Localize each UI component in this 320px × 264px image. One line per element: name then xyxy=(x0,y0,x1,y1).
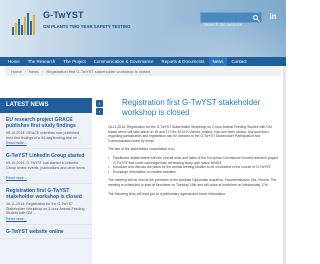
nav-item-communication[interactable]: Communication & Governance xyxy=(90,57,158,66)
breadcrumb-current: Registration first G-TwYST stakeholder w… xyxy=(46,68,151,74)
nav-item-home[interactable]: Home xyxy=(4,57,24,66)
news-item-text: 18-11-2014: Registration for the G-TwYST… xyxy=(6,201,85,216)
nav-item-news[interactable]: News xyxy=(208,57,228,66)
share-buttons: f t xyxy=(96,100,116,116)
latest-news-heading: LATEST NEWS xyxy=(0,98,92,113)
breadcrumb-separator: › xyxy=(24,68,27,74)
read-more-link[interactable]: Read more... xyxy=(6,141,86,145)
article-title: Registration first G-TwYST stakeholder w… xyxy=(122,98,261,117)
news-item: G-TwYST LinkedIn Group started 09-10-201… xyxy=(0,149,92,184)
latest-news-sidebar: LATEST NEWS EU research project GRACE pu… xyxy=(0,98,92,264)
search-input[interactable] xyxy=(201,20,261,29)
nav-item-reports[interactable]: Reports & Documents xyxy=(158,57,209,66)
search-icon[interactable] xyxy=(253,15,258,20)
news-item-title[interactable]: Registration first G-TwYST stakeholder w… xyxy=(6,188,86,200)
article-content: f t Registration first G-TwYST stakehold… xyxy=(96,98,281,264)
read-more-link[interactable]: Read more... xyxy=(6,176,86,180)
article-paragraph: The meeting will be held at the premises… xyxy=(108,178,277,187)
logo-title[interactable]: G-TwYST xyxy=(43,10,84,20)
article-paragraph: The following links will lead you to a p… xyxy=(108,191,226,196)
news-item-title[interactable]: EU research project GRACE publishes firs… xyxy=(6,117,86,129)
news-item-title[interactable]: G-TwYST website online xyxy=(6,229,86,235)
nav-item-project[interactable]: The Project xyxy=(59,57,89,66)
article-paragraph: 18-11-2014: Registration for the G-TwYST… xyxy=(108,125,272,143)
breadcrumb: Home › News › Registration first G-TwYST… xyxy=(5,66,281,76)
breadcrumb-home[interactable]: Home xyxy=(11,69,22,74)
scrollbar[interactable] xyxy=(283,66,286,264)
news-item: G-TwYST website online xyxy=(0,225,92,239)
breadcrumb-news[interactable]: News xyxy=(29,69,39,74)
news-item-title[interactable]: G-TwYST LinkedIn Group started xyxy=(6,153,86,159)
aims-list: Familiarise stakeholders with the overal… xyxy=(108,156,278,174)
nav-item-research[interactable]: The Research xyxy=(24,57,60,66)
article-body: 18-11-2014: Registration for the G-TwYST… xyxy=(108,125,278,200)
aims-list-item: Familiarise stakeholders with the overal… xyxy=(108,156,278,165)
facebook-icon[interactable]: f xyxy=(96,100,103,107)
aims-list-item: Exchange information on related activiti… xyxy=(108,170,278,175)
logo-bars-icon[interactable] xyxy=(12,11,38,35)
news-item-text: 09-10-2014: G-TwYST has started a Linked… xyxy=(6,161,86,175)
nav-item-contact[interactable]: Contact xyxy=(227,57,250,66)
main-navigation: Home The Research The Project Communicat… xyxy=(0,57,286,66)
read-more-link[interactable]: Read more... xyxy=(6,217,86,221)
news-item-text: 09-10-2014: GRACE scientists now publish… xyxy=(6,131,81,140)
news-item: Registration first G-TwYST stakeholder w… xyxy=(0,184,92,225)
twitter-icon[interactable]: t xyxy=(96,108,103,115)
logo-subtitle: GM PLANTS TWO YEAR SAFETY TESTING xyxy=(43,24,131,29)
breadcrumb-separator: › xyxy=(42,68,44,74)
linkedin-icon[interactable]: in xyxy=(268,12,278,22)
search-box[interactable] xyxy=(200,12,262,29)
news-item: EU research project GRACE publishes firs… xyxy=(0,113,92,150)
article-paragraph: The aim of the stakeholder consultation … xyxy=(108,147,176,152)
site-header: G-TwYST GM PLANTS TWO YEAR SAFETY TESTIN… xyxy=(0,0,286,57)
